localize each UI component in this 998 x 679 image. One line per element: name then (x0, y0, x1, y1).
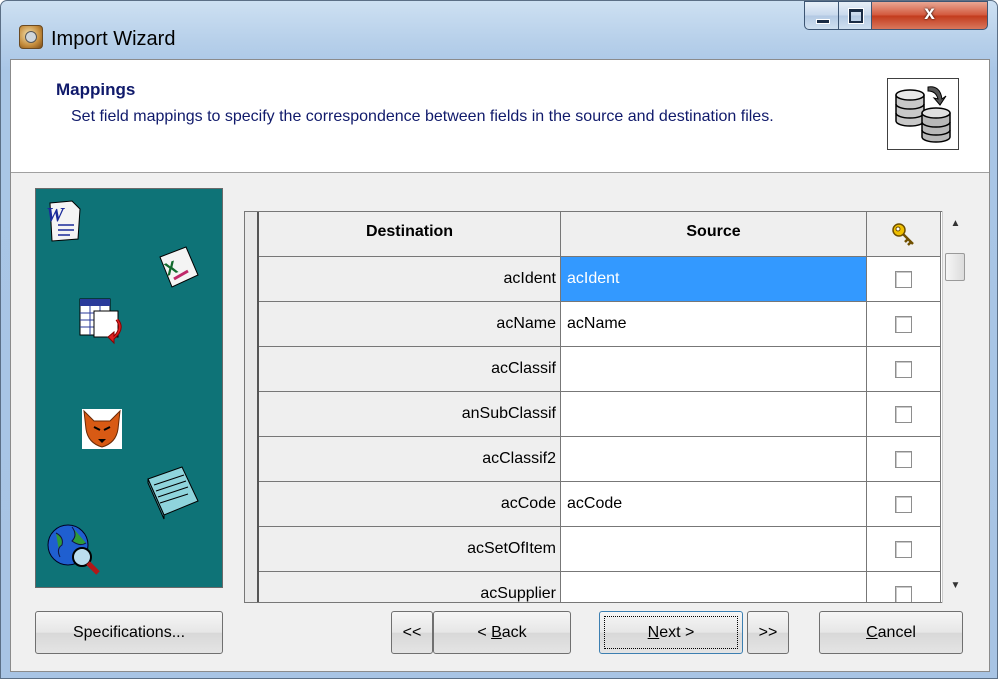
back-prefix: < (477, 624, 492, 641)
last-page-button[interactable]: >> (747, 611, 789, 654)
key-cell (867, 527, 941, 572)
import-wizard-window: Import Wizard x Mappings Set field mappi… (0, 0, 998, 679)
key-cell (867, 302, 941, 347)
row-indicator-column (245, 212, 259, 602)
key-cell (867, 257, 941, 302)
key-cell (867, 482, 941, 527)
column-header-key[interactable] (867, 212, 941, 257)
destination-field-cell: acSupplier (259, 572, 561, 602)
column-header-source[interactable]: Source (561, 212, 867, 257)
excel-document-icon: X (154, 245, 200, 294)
destination-field-cell: acClassif (259, 347, 561, 392)
scroll-thumb[interactable] (945, 253, 965, 281)
window-title: Import Wizard (51, 28, 176, 50)
next-label-rest: ext > (659, 624, 695, 641)
table-row[interactable]: acName acName (259, 302, 941, 347)
back-button[interactable]: < Back (433, 611, 571, 654)
wizard-header: Mappings Set field mappings to specify t… (11, 60, 989, 173)
key-cell (867, 392, 941, 437)
back-label-rest: ack (501, 624, 527, 641)
minimize-button[interactable] (804, 1, 839, 30)
table-row[interactable]: acSupplier (259, 572, 941, 602)
destination-field-cell: anSubClassif (259, 392, 561, 437)
destination-field-cell: acName (259, 302, 561, 347)
table-row[interactable]: acSetOfItem (259, 527, 941, 572)
key-checkbox[interactable] (895, 406, 912, 423)
page-title: Mappings (56, 80, 136, 99)
source-field-cell[interactable] (561, 347, 867, 392)
title-bar[interactable]: Import Wizard x (1, 1, 997, 50)
first-page-button[interactable]: << (391, 611, 433, 654)
key-checkbox[interactable] (895, 316, 912, 333)
table-row[interactable]: acClassif2 (259, 437, 941, 482)
destination-field-cell: acSetOfItem (259, 527, 561, 572)
key-checkbox[interactable] (895, 361, 912, 378)
key-cell (867, 437, 941, 482)
notepad-icon (144, 465, 202, 526)
source-field-cell[interactable] (561, 392, 867, 437)
source-field-cell[interactable] (561, 572, 867, 602)
table-row[interactable]: anSubClassif (259, 392, 941, 437)
destination-field-cell: acClassif2 (259, 437, 561, 482)
cancel-mnemonic: C (866, 624, 878, 641)
destination-field-cell: acCode (259, 482, 561, 527)
next-mnemonic: N (647, 624, 660, 641)
key-checkbox[interactable] (895, 451, 912, 468)
web-search-icon (44, 519, 104, 584)
key-checkbox[interactable] (895, 586, 912, 602)
source-field-cell[interactable]: acIdent (561, 257, 867, 302)
table-row[interactable]: acIdent acIdent (259, 257, 941, 302)
table-import-icon (76, 293, 126, 350)
foxpro-icon (80, 403, 124, 456)
destination-field-cell: acIdent (259, 257, 561, 302)
word-document-icon: W (44, 199, 84, 248)
app-icon[interactable] (19, 25, 43, 49)
focus-rectangle: Next > (604, 616, 738, 649)
back-mnemonic: B (491, 624, 502, 641)
table-row[interactable]: acClassif (259, 347, 941, 392)
scroll-up-arrow-icon[interactable]: ▲ (943, 211, 968, 236)
scroll-down-arrow-icon[interactable]: ▼ (943, 573, 968, 598)
file-types-panel: W X (35, 188, 223, 588)
page-description: Set field mappings to specify the corres… (71, 108, 774, 125)
close-icon: x (924, 3, 935, 24)
key-checkbox[interactable] (895, 496, 912, 513)
specifications-button[interactable]: Specifications... (35, 611, 223, 654)
source-field-cell[interactable]: acCode (561, 482, 867, 527)
source-field-cell[interactable]: acName (561, 302, 867, 347)
svg-text:W: W (46, 204, 65, 226)
source-field-cell[interactable] (561, 437, 867, 482)
table-row[interactable]: acCode acCode (259, 482, 941, 527)
vertical-scrollbar[interactable]: ▲ ▼ (942, 211, 968, 603)
cancel-button[interactable]: Cancel (819, 611, 963, 654)
next-button[interactable]: Next > (599, 611, 743, 654)
maximize-button[interactable] (838, 1, 872, 30)
mappings-grid[interactable]: Destination Source acIdent acIdent acName a… (244, 211, 967, 603)
key-checkbox[interactable] (895, 271, 912, 288)
key-icon (891, 222, 917, 262)
close-button[interactable]: x (871, 1, 988, 30)
source-field-cell[interactable] (561, 527, 867, 572)
key-checkbox[interactable] (895, 541, 912, 558)
database-transfer-icon (887, 78, 959, 150)
key-cell (867, 347, 941, 392)
column-header-destination[interactable]: Destination (259, 212, 561, 257)
key-cell (867, 572, 941, 602)
cancel-label-rest: ancel (877, 624, 916, 641)
wizard-client-area: Mappings Set field mappings to specify t… (10, 59, 990, 672)
